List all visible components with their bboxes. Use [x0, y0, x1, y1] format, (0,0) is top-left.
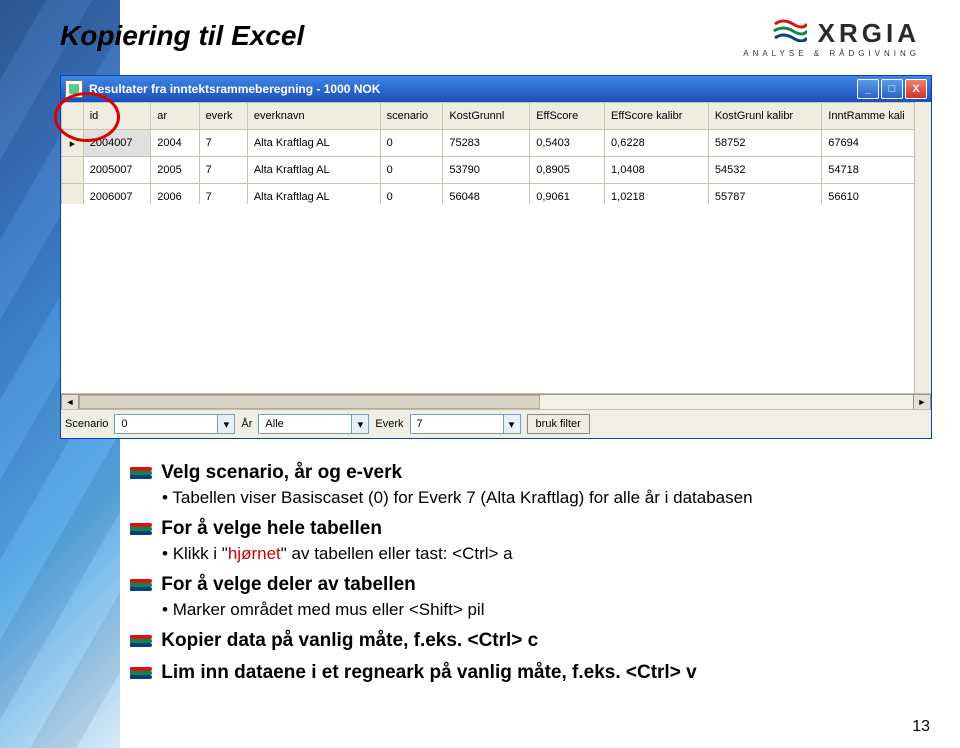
table-row[interactable]: ▸200400720047Alta Kraftlag AL0752830,540… — [62, 130, 931, 157]
cell[interactable]: 0 — [380, 130, 443, 157]
close-button[interactable]: X — [905, 79, 927, 99]
bullet-3: For å velge deler av tabellen — [161, 574, 416, 595]
column-header[interactable]: scenario — [380, 103, 443, 130]
cell[interactable]: Alta Kraftlag AL — [247, 157, 380, 184]
grid-whitespace — [61, 204, 931, 408]
column-header[interactable]: EffScore — [530, 103, 605, 130]
logo-swoosh-icon — [773, 18, 807, 47]
cell[interactable]: 75283 — [443, 130, 530, 157]
bullet-1-sub: Tabellen viser Basiscaset (0) for Everk … — [162, 488, 910, 508]
ar-combo[interactable]: Alle ▾ — [258, 414, 369, 434]
bullet-icon — [130, 467, 152, 479]
page-number: 13 — [912, 718, 930, 736]
bullet-2: For å velge hele tabellen — [161, 518, 382, 539]
filter-bar: Scenario 0 ▾ År Alle ▾ Everk 7 ▾ bruk fi… — [61, 409, 931, 438]
table-row[interactable]: 200500720057Alta Kraftlag AL0537900,8905… — [62, 157, 931, 184]
minimize-button[interactable]: _ — [857, 79, 879, 99]
vertical-scrollbar[interactable] — [914, 102, 931, 394]
cell[interactable]: 58752 — [708, 130, 821, 157]
column-header[interactable]: everknavn — [247, 103, 380, 130]
maximize-button[interactable]: □ — [881, 79, 903, 99]
page-title: Kopiering til Excel — [60, 20, 304, 52]
bullet-5: Lim inn dataene i et regneark på vanlig … — [161, 662, 696, 683]
logo: XRGIA ANALYSE & RÅDGIVNING — [743, 18, 920, 58]
red-circle-annotation — [54, 92, 120, 142]
scroll-left-button[interactable]: ◄ — [61, 394, 79, 410]
hjornet-highlight: hjørnet — [228, 544, 281, 563]
cell[interactable]: 2005 — [151, 157, 199, 184]
bullet-icon — [130, 667, 152, 679]
ar-label: År — [241, 418, 252, 430]
row-selector[interactable] — [62, 157, 84, 184]
bullet-2-sub: Klikk i "hjørnet" av tabellen eller tast… — [162, 544, 910, 564]
scenario-combo[interactable]: 0 ▾ — [114, 414, 235, 434]
scenario-label: Scenario — [65, 418, 108, 430]
bullet-1: Velg scenario, år og e-verk — [161, 462, 402, 483]
horizontal-scrollbar[interactable]: ◄ ► — [61, 393, 931, 410]
bullet-icon — [130, 635, 152, 647]
ar-value: Alle — [259, 418, 351, 430]
scroll-right-button[interactable]: ► — [913, 394, 931, 410]
chevron-down-icon[interactable]: ▾ — [503, 415, 520, 433]
bullet-list: Velg scenario, år og e-verk Tabellen vis… — [130, 462, 910, 694]
cell[interactable]: 2005007 — [83, 157, 151, 184]
apply-filter-button[interactable]: bruk filter — [527, 414, 590, 434]
window-title: Resultater fra inntektsrammeberegning - … — [89, 82, 855, 96]
logo-subtitle: ANALYSE & RÅDGIVNING — [743, 49, 920, 58]
column-header[interactable]: everk — [199, 103, 247, 130]
cell[interactable]: 7 — [199, 157, 247, 184]
bullet-4: Kopier data på vanlig måte, f.eks. <Ctrl… — [161, 630, 538, 651]
titlebar[interactable]: Resultater fra inntektsrammeberegning - … — [61, 76, 931, 102]
column-header[interactable]: ar — [151, 103, 199, 130]
results-window: Resultater fra inntektsrammeberegning - … — [60, 75, 932, 439]
scroll-track[interactable] — [79, 394, 913, 410]
cell[interactable]: 53790 — [443, 157, 530, 184]
chevron-down-icon[interactable]: ▾ — [217, 415, 234, 433]
cell[interactable]: 0,8905 — [530, 157, 605, 184]
cell[interactable]: 0 — [380, 157, 443, 184]
logo-name: XRGIA — [818, 18, 920, 48]
cell[interactable]: 2004 — [151, 130, 199, 157]
cell[interactable]: 54532 — [708, 157, 821, 184]
column-header[interactable]: EffScore kalibr — [605, 103, 709, 130]
cell[interactable]: Alta Kraftlag AL — [247, 130, 380, 157]
cell[interactable]: 0,6228 — [605, 130, 709, 157]
cell[interactable]: 1,0408 — [605, 157, 709, 184]
bullet-3-sub: Marker området med mus eller <Shift> pil — [162, 600, 910, 620]
scroll-thumb[interactable] — [79, 395, 540, 409]
chevron-down-icon[interactable]: ▾ — [351, 415, 368, 433]
scenario-value: 0 — [115, 418, 217, 430]
cell[interactable]: 0,5403 — [530, 130, 605, 157]
bullet-icon — [130, 523, 152, 535]
everk-label: Everk — [375, 418, 403, 430]
column-header[interactable]: KostGrunl kalibr — [708, 103, 821, 130]
cell[interactable]: 7 — [199, 130, 247, 157]
everk-combo[interactable]: 7 ▾ — [410, 414, 521, 434]
column-header[interactable]: KostGrunnl — [443, 103, 530, 130]
everk-value: 7 — [411, 418, 503, 430]
bullet-icon — [130, 579, 152, 591]
